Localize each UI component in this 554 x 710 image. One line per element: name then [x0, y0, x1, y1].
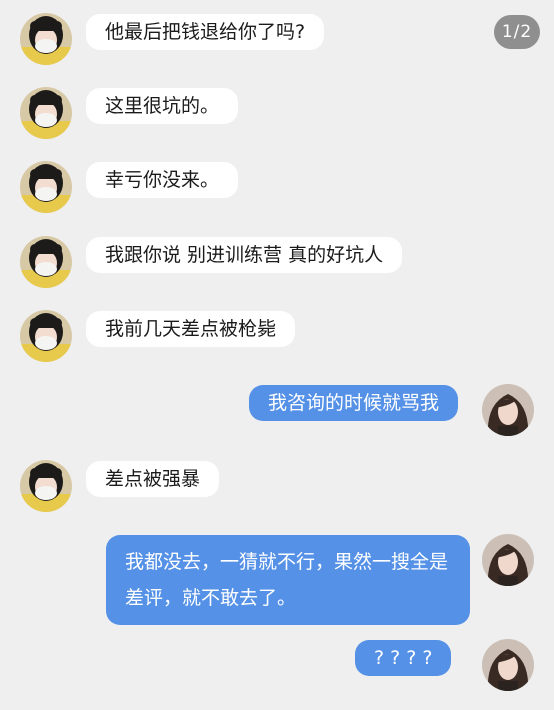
page-indicator: 1/2	[494, 15, 540, 49]
message-bubble-incoming[interactable]: 我前几天差点被枪毙	[86, 311, 296, 347]
self-avatar[interactable]	[482, 384, 534, 436]
message-bubble-outgoing[interactable]: 我都没去，一猜就不行，果然一搜全是差评，就不敢去了。	[106, 535, 470, 625]
message-bubble-incoming[interactable]: 幸亏你没来。	[86, 162, 239, 198]
contact-avatar[interactable]	[20, 460, 72, 512]
message-bubble-incoming[interactable]: 他最后把钱退给你了吗?	[86, 14, 325, 50]
contact-avatar[interactable]	[20, 161, 72, 213]
contact-avatar[interactable]	[20, 310, 72, 362]
message-bubble-incoming[interactable]: 差点被强暴	[86, 461, 220, 497]
contact-avatar[interactable]	[20, 13, 72, 65]
self-avatar[interactable]	[482, 639, 534, 691]
message-bubble-incoming[interactable]: 我跟你说 别进训练营 真的好坑人	[86, 237, 403, 273]
self-avatar[interactable]	[482, 534, 534, 586]
message-bubble-outgoing[interactable]: 我咨询的时候就骂我	[249, 385, 459, 421]
message-bubble-outgoing[interactable]: ? ? ? ?	[355, 640, 452, 676]
contact-avatar[interactable]	[20, 87, 72, 139]
message-bubble-incoming[interactable]: 这里很坑的。	[86, 88, 239, 124]
contact-avatar[interactable]	[20, 236, 72, 288]
